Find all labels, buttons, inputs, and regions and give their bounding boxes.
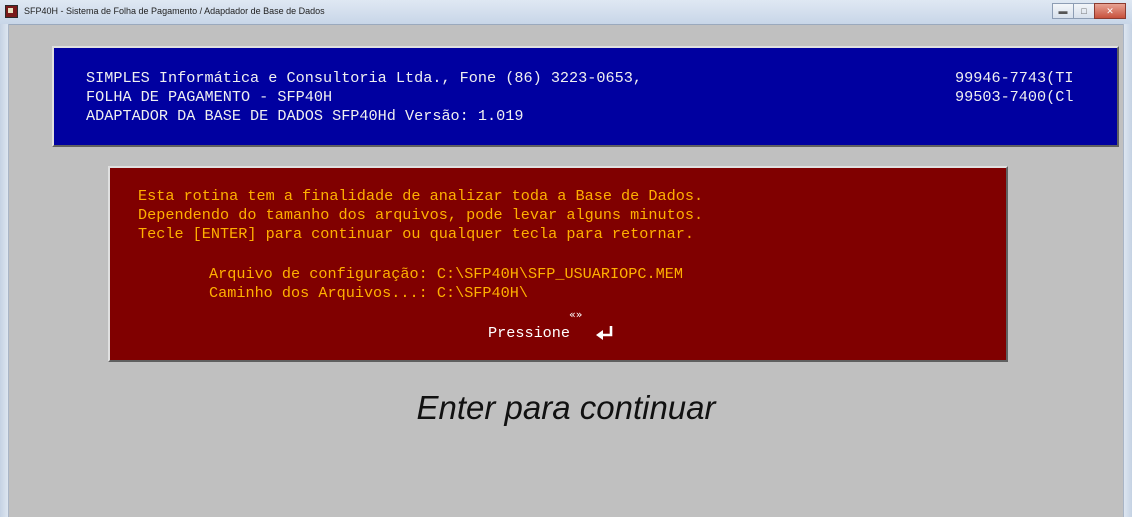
- window-frame-right: [1123, 24, 1132, 517]
- window-controls: ▬ □ ✕: [1052, 3, 1126, 19]
- header-line-version: ADAPTADOR DA BASE DE DADOS SFP40Hd Versã…: [86, 107, 524, 125]
- minimize-button[interactable]: ▬: [1052, 3, 1074, 19]
- header-phone-2: 99503-7400(Cl: [955, 88, 1074, 106]
- header-phone-1: 99946-7743(TI: [955, 69, 1074, 87]
- nav-arrows: «»: [569, 308, 583, 321]
- window-titlebar[interactable]: SFP40H - Sistema de Folha de Pagamento /…: [0, 0, 1132, 25]
- header-line-system: FOLHA DE PAGAMENTO - SFP40H: [86, 88, 333, 106]
- files-path-label: Caminho dos Arquivos...: C:\SFP40H\: [209, 284, 528, 302]
- message-line-3: Tecle [ENTER] para continuar ou qualquer…: [138, 225, 694, 243]
- enter-caption: Enter para continuar: [416, 389, 716, 426]
- message-line-1: Esta rotina tem a finalidade de analizar…: [138, 187, 704, 205]
- maximize-button[interactable]: □: [1073, 3, 1095, 19]
- console-area[interactable]: SIMPLES Informática e Consultoria Ltda.,…: [9, 25, 1123, 517]
- app-icon[interactable]: [5, 5, 18, 18]
- enter-key-icon: [596, 326, 613, 340]
- window-frame-left: [0, 24, 9, 517]
- header-line-company: SIMPLES Informática e Consultoria Ltda.,…: [86, 69, 642, 87]
- company-header-box: SIMPLES Informática e Consultoria Ltda.,…: [52, 46, 1119, 147]
- close-button[interactable]: ✕: [1094, 3, 1126, 19]
- message-line-2: Dependendo do tamanho dos arquivos, pode…: [138, 206, 704, 224]
- config-file-label: Arquivo de configuração: C:\SFP40H\SFP_U…: [209, 265, 683, 283]
- window-title: SFP40H - Sistema de Folha de Pagamento /…: [24, 6, 325, 16]
- message-dialog: Esta rotina tem a finalidade de analizar…: [108, 166, 1008, 362]
- press-label: Pressione: [488, 324, 571, 342]
